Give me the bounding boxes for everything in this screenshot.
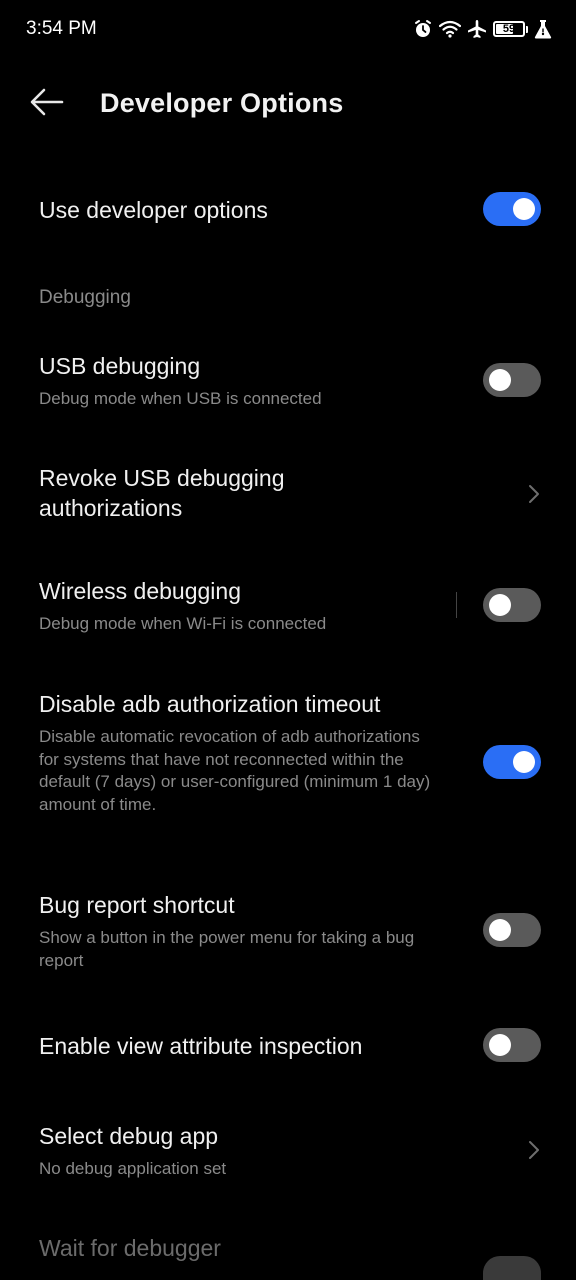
flask-icon xyxy=(534,19,552,39)
status-bar: 3:54 PM 59 xyxy=(0,0,576,58)
bug-report-shortcut-toggle[interactable] xyxy=(483,913,541,947)
section-label-debugging: Debugging xyxy=(39,287,131,308)
battery-level: 59 xyxy=(502,22,516,35)
row-subtitle: Show a button in the power menu for taki… xyxy=(39,928,415,970)
row-divider xyxy=(456,592,457,618)
bug-report-shortcut-row[interactable]: Bug report shortcut Show a button in the… xyxy=(0,884,576,984)
toggle-knob xyxy=(513,198,535,220)
wifi-icon xyxy=(439,20,461,38)
back-arrow-icon xyxy=(30,88,64,121)
view-attribute-inspection-row[interactable]: Enable view attribute inspection xyxy=(0,1016,576,1078)
view-attribute-inspection-toggle[interactable] xyxy=(483,1028,541,1062)
use-developer-options-row[interactable]: Use developer options xyxy=(0,180,576,242)
page-title: Developer Options xyxy=(100,88,344,118)
row-title: Wait for debugger xyxy=(39,1235,221,1261)
toggle-knob xyxy=(489,1034,511,1056)
row-title: USB debugging xyxy=(39,353,201,379)
back-button[interactable] xyxy=(30,84,78,124)
toggle-knob xyxy=(489,594,511,616)
use-developer-options-toggle[interactable] xyxy=(483,192,541,226)
battery-icon: 59 xyxy=(493,21,528,37)
alarm-icon xyxy=(413,19,433,39)
row-title: Wireless debugging xyxy=(39,578,242,604)
toggle-knob xyxy=(489,919,511,941)
chevron-right-icon xyxy=(526,482,542,506)
row-subtitle: No debug application set xyxy=(39,1159,227,1178)
status-time: 3:54 PM xyxy=(26,18,97,39)
app-header: Developer Options xyxy=(0,72,576,136)
row-subtitle: Debug mode when USB is connected xyxy=(39,389,322,408)
usb-debugging-toggle[interactable] xyxy=(483,363,541,397)
usb-debugging-row[interactable]: USB debugging Debug mode when USB is con… xyxy=(0,345,576,423)
toggle-knob xyxy=(513,751,535,773)
wait-for-debugger-toggle[interactable] xyxy=(483,1256,541,1280)
revoke-usb-authorizations-row[interactable]: Revoke USB debugging authorizations xyxy=(0,458,576,530)
wireless-debugging-toggle[interactable] xyxy=(483,588,541,622)
row-title: Select debug app xyxy=(39,1123,219,1149)
row-subtitle: Disable automatic revocation of adb auth… xyxy=(39,727,431,814)
airplane-icon xyxy=(467,19,487,39)
wireless-debugging-row[interactable]: Wireless debugging Debug mode when Wi-Fi… xyxy=(0,570,576,648)
wait-for-debugger-row[interactable]: Wait for debugger xyxy=(0,1228,576,1280)
disable-adb-timeout-row[interactable]: Disable adb authorization timeout Disabl… xyxy=(0,682,576,842)
select-debug-app-row[interactable]: Select debug app No debug application se… xyxy=(0,1114,576,1194)
row-title: Enable view attribute inspection xyxy=(39,1033,363,1059)
disable-adb-timeout-toggle[interactable] xyxy=(483,745,541,779)
row-title: Disable adb authorization timeout xyxy=(39,691,381,717)
chevron-right-icon xyxy=(526,1138,542,1162)
toggle-knob xyxy=(489,369,511,391)
row-title: Revoke USB debugging authorizations xyxy=(39,465,285,521)
row-subtitle: Debug mode when Wi-Fi is connected xyxy=(39,614,327,633)
row-title: Bug report shortcut xyxy=(39,892,235,918)
status-icons: 59 xyxy=(413,16,552,42)
row-title: Use developer options xyxy=(39,197,268,223)
